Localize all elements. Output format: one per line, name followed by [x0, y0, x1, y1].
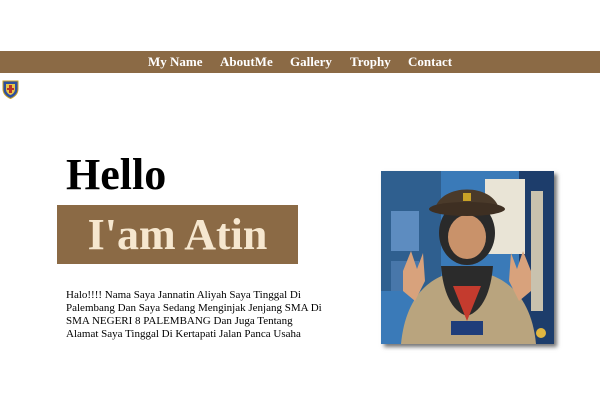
- nav-link-my-name[interactable]: My Name: [148, 54, 203, 70]
- top-navbar: My Name AboutMe Gallery Trophy Contact: [0, 51, 600, 73]
- nav-link-contact[interactable]: Contact: [408, 54, 452, 70]
- nav-menu: My Name AboutMe Gallery Trophy Contact: [0, 51, 600, 73]
- intro-paragraph: Halo!!!! Nama Saya Jannatin Aliyah Saya …: [66, 289, 322, 340]
- nav-link-trophy[interactable]: Trophy: [350, 54, 391, 70]
- nav-link-gallery[interactable]: Gallery: [290, 54, 332, 70]
- profile-photo: [381, 171, 554, 344]
- school-crest-icon[interactable]: [2, 80, 19, 100]
- hero-name: I'am Atin: [87, 210, 268, 259]
- hero-name-banner: I'am Atin: [57, 205, 298, 264]
- nav-link-about-me[interactable]: AboutMe: [220, 54, 273, 70]
- hero-greeting: Hello: [66, 150, 167, 199]
